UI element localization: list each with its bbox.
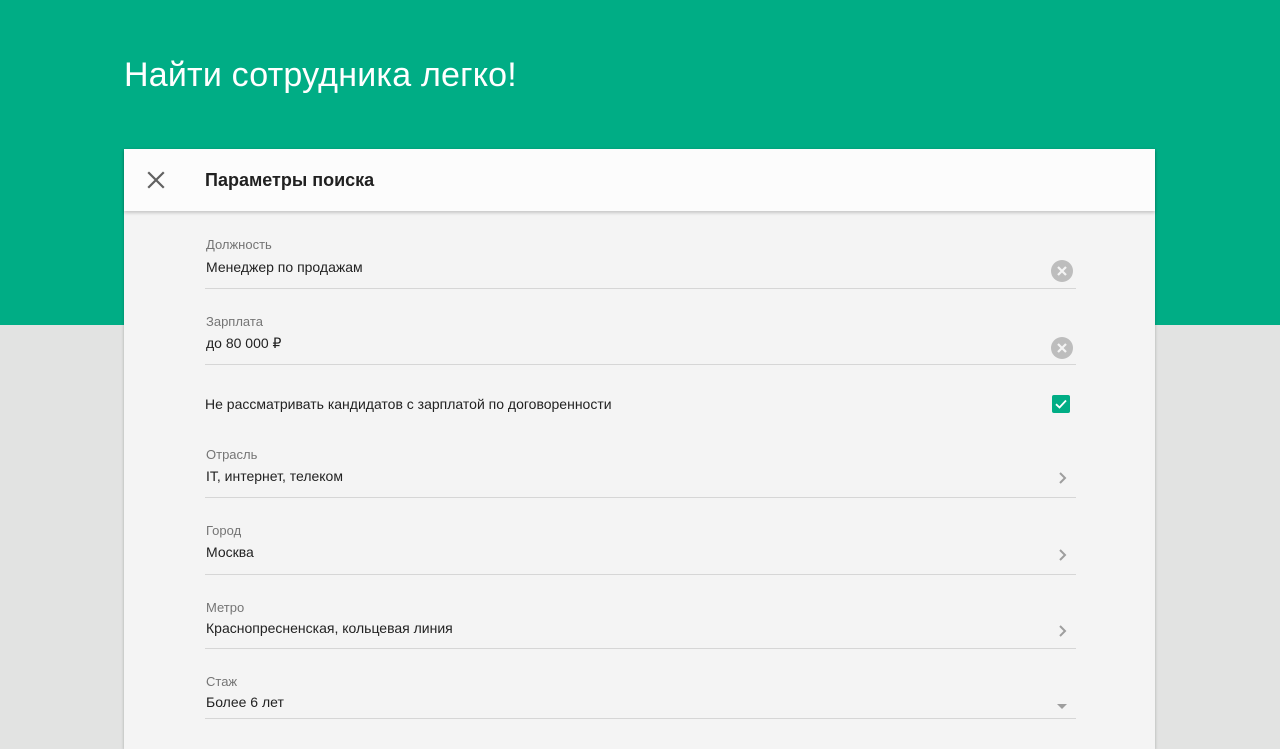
salary-value: до 80 000 ₽	[206, 335, 282, 351]
metro-value: Краснопресненская, кольцевая линия	[206, 620, 453, 636]
city-field[interactable]: Город Москва	[205, 523, 1076, 575]
position-field[interactable]: Должность Менеджер по продажам	[205, 237, 1076, 289]
industry-field[interactable]: Отрасль IT, интернет, телеком	[205, 447, 1076, 498]
checkmark-icon	[1055, 399, 1067, 409]
negotiable-salary-label: Не рассматривать кандидатов с зарплатой …	[205, 396, 612, 412]
experience-field[interactable]: Стаж Более 6 лет	[205, 674, 1076, 719]
industry-value: IT, интернет, телеком	[206, 468, 343, 484]
industry-label: Отрасль	[206, 447, 258, 462]
position-label: Должность	[206, 237, 272, 252]
clear-icon	[1051, 337, 1073, 359]
city-value: Москва	[206, 544, 254, 560]
negotiable-salary-row[interactable]: Не рассматривать кандидатов с зарплатой …	[205, 393, 1076, 417]
city-open-button[interactable]	[1050, 543, 1074, 567]
experience-label: Стаж	[206, 674, 238, 689]
chevron-right-icon	[1059, 625, 1067, 637]
industry-open-button[interactable]	[1050, 466, 1074, 490]
dropdown-arrow-icon	[1057, 704, 1067, 709]
salary-clear-button[interactable]	[1050, 336, 1074, 360]
position-value: Менеджер по продажам	[206, 259, 363, 275]
clear-icon	[1051, 260, 1073, 282]
experience-dropdown-button[interactable]	[1050, 694, 1074, 718]
chevron-right-icon	[1059, 549, 1067, 561]
salary-field[interactable]: Зарплата до 80 000 ₽	[205, 314, 1076, 365]
metro-open-button[interactable]	[1050, 619, 1074, 643]
metro-label: Метро	[206, 600, 245, 615]
city-label: Город	[206, 523, 242, 538]
chevron-right-icon	[1059, 472, 1067, 484]
hero-title: Найти сотрудника легко!	[124, 56, 517, 94]
close-icon	[147, 171, 165, 189]
search-params-card: Параметры поиска Должность Менеджер по п…	[124, 149, 1155, 749]
card-title: Параметры поиска	[205, 170, 375, 190]
salary-label: Зарплата	[206, 314, 263, 329]
negotiable-salary-checkbox[interactable]	[1052, 395, 1070, 413]
close-button[interactable]	[142, 166, 170, 194]
position-clear-button[interactable]	[1050, 259, 1074, 283]
metro-field[interactable]: Метро Краснопресненская, кольцевая линия	[205, 600, 1076, 649]
card-header: Параметры поиска	[124, 149, 1155, 211]
experience-value: Более 6 лет	[206, 694, 284, 710]
